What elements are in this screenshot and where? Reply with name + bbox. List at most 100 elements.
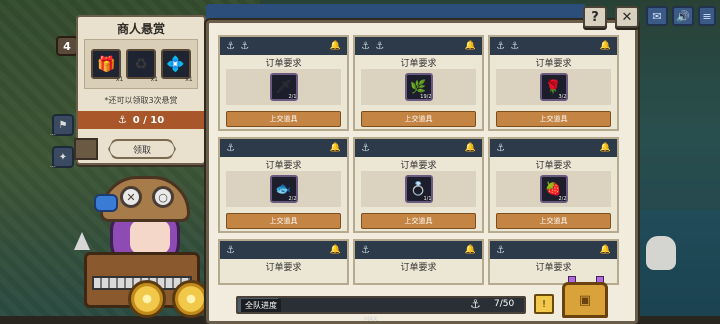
anchor-icon: ⚓ ⚓ — [496, 40, 521, 52]
menu-icon[interactable]: ≡ — [698, 6, 716, 26]
card-header: ⚓ ⚓ 🔔 — [355, 37, 482, 55]
anchor-icon: ⚓ ⚓ — [361, 40, 386, 52]
item-glyph: 🐟 — [275, 181, 292, 197]
ring-icon[interactable]: 💍 1/1 — [404, 175, 433, 203]
submit-item-button[interactable]: 上交道具 — [496, 111, 611, 127]
card-header: ⚓ 🔔 — [490, 139, 617, 157]
card-header: ⚓ ⚓ 🔔 — [490, 37, 617, 55]
order-card: ⚓ 🔔 订单要求 🍓 2/2 上交道具 — [488, 137, 619, 233]
herb-icon[interactable]: 🌿 19/2 — [404, 73, 433, 101]
card-header: ⚓ 🔔 — [220, 241, 347, 259]
bounty-title: 商人悬赏 — [116, 21, 165, 36]
cart-wheel-left — [128, 280, 166, 318]
anchor-icon: ⚓ ⚓ — [226, 40, 251, 52]
order-title: 订单要求 — [400, 262, 437, 273]
claim-button[interactable]: 领取 — [108, 139, 176, 159]
bounty-progress-bar: ⚓ 0 / 10 — [78, 111, 204, 129]
order-card: ⚓ 🔔 订单要求 💍 1/1 上交道具 — [353, 137, 484, 233]
card-header: ⚓ 🔔 — [355, 139, 482, 157]
item-qty: 2/2 — [288, 196, 297, 202]
reward-strip: 🎁 x1 ♻ x1 💠 x1 — [84, 39, 198, 89]
order-card: ⚓ ⚓ 🔔 订单要求 🌹 3/2 上交道具 — [488, 35, 619, 131]
bell-icon: 🔔 — [329, 245, 341, 255]
character-bow — [94, 194, 118, 212]
card-header: ⚓ 🔔 — [220, 139, 347, 157]
reward-glyph: ♻ — [134, 55, 148, 73]
bell-icon: 🔔 — [599, 41, 611, 51]
sound-icon[interactable]: 🔊 — [672, 6, 694, 26]
submit-item-button[interactable]: 上交道具 — [361, 213, 476, 229]
anchor-icon: ⚓ — [496, 244, 506, 256]
card-header: ⚓ 🔔 — [355, 241, 482, 259]
anchor-icon: ⚓ — [496, 142, 506, 154]
milestone-icon[interactable]: ! — [534, 294, 554, 314]
goggle-right: ○ — [152, 186, 174, 208]
board-top-strip — [206, 4, 586, 20]
submit-item-button[interactable]: 上交道具 — [226, 213, 341, 229]
crystal-item-icon[interactable]: 💠 x1 — [160, 49, 193, 83]
order-title: 订单要求 — [265, 58, 302, 69]
dagger-icon[interactable]: 🗡 2/1 — [269, 73, 298, 101]
item-glyph: 🌹 — [545, 79, 562, 95]
cart-spike — [74, 232, 90, 250]
item-glyph: 🌿 — [410, 79, 427, 95]
anchor-icon: ⚓ — [226, 142, 236, 154]
order-title: 订单要求 — [400, 58, 437, 69]
rose-icon[interactable]: 🌹 3/2 — [539, 73, 568, 101]
character-face — [130, 220, 170, 254]
bell-icon: 🔔 — [329, 41, 341, 51]
bell-icon: 🔔 — [464, 41, 476, 51]
order-title: 订单要求 — [265, 262, 302, 273]
order-title: 订单要求 — [265, 160, 302, 171]
item-glyph: 💍 — [410, 181, 427, 197]
order-card: ⚓ 🔔 订单要求 🐟 2/2 上交道具 — [218, 137, 349, 233]
help-button[interactable]: ? — [583, 6, 607, 28]
reward-qty: x1 — [150, 76, 158, 83]
order-title: 订单要求 — [400, 160, 437, 171]
reward-glyph: 🎁 — [96, 55, 116, 73]
fish-icon[interactable]: 🐟 2/2 — [269, 175, 298, 203]
item-area: 🍓 2/2 — [496, 171, 611, 207]
berry-icon[interactable]: 🍓 2/2 — [539, 175, 568, 203]
treasure-chest-icon[interactable]: ▣ — [562, 282, 608, 318]
order-card: ⚓ ⚓ 🔔 订单要求 🗡 2/1 上交道具 — [218, 35, 349, 131]
side-menu-label-2: ··· — [50, 164, 56, 171]
side-menu-label-1: ··· — [50, 132, 56, 139]
submit-item-button[interactable]: 上交道具 — [361, 111, 476, 127]
anchor-icon: ⚓ — [361, 142, 371, 154]
submit-item-button[interactable]: 上交道具 — [226, 111, 341, 127]
item-area: 🌹 3/2 — [496, 69, 611, 105]
bell-icon: 🔔 — [464, 245, 476, 255]
team-progress-label: 全队进度 — [241, 299, 281, 312]
chest-item-icon[interactable]: 🎁 x1 — [91, 49, 123, 83]
item-area: 🐟 2/2 — [226, 171, 341, 207]
submit-item-button[interactable]: 上交道具 — [496, 213, 611, 229]
cart-wheel-right — [172, 280, 210, 318]
bell-icon: 🔔 — [464, 143, 476, 153]
bounty-side-tab[interactable] — [74, 138, 98, 160]
item-qty: 3/2 — [558, 94, 567, 100]
bell-icon: 🔔 — [599, 143, 611, 153]
order-card: ⚓ 🔔 订单要求 — [218, 239, 349, 285]
anchor-icon: ⚓ — [470, 297, 481, 311]
bell-icon: 🔔 — [599, 245, 611, 255]
team-progress-count: 7/50 — [494, 299, 515, 309]
card-header: ⚓ ⚓ 🔔 — [220, 37, 347, 55]
recycle-item-icon[interactable]: ♻ x1 — [125, 49, 158, 83]
item-qty: 19/2 — [420, 94, 432, 100]
bounty-remaining-note: *还可以领取3次悬赏 — [104, 96, 178, 105]
level-badge: 4 — [56, 36, 78, 56]
order-title: 订单要求 — [535, 58, 572, 69]
item-area: 🌿 19/2 — [361, 69, 476, 105]
bounty-progress-text: 0 / 10 — [132, 114, 165, 126]
item-glyph: 🗡 — [275, 79, 292, 95]
goggle-left: ✕ — [120, 186, 142, 208]
order-title: 订单要求 — [535, 160, 572, 171]
mail-icon[interactable]: ✉ — [646, 6, 668, 26]
order-card: ⚓ ⚓ 🔔 订单要求 🌿 19/2 上交道具 — [353, 35, 484, 131]
max-label: MAX — [364, 316, 378, 323]
card-header: ⚓ 🔔 — [490, 241, 617, 259]
close-button[interactable]: ✕ — [615, 6, 639, 28]
reward-qty: x1 — [115, 76, 124, 83]
reward-glyph: 💠 — [166, 55, 185, 73]
